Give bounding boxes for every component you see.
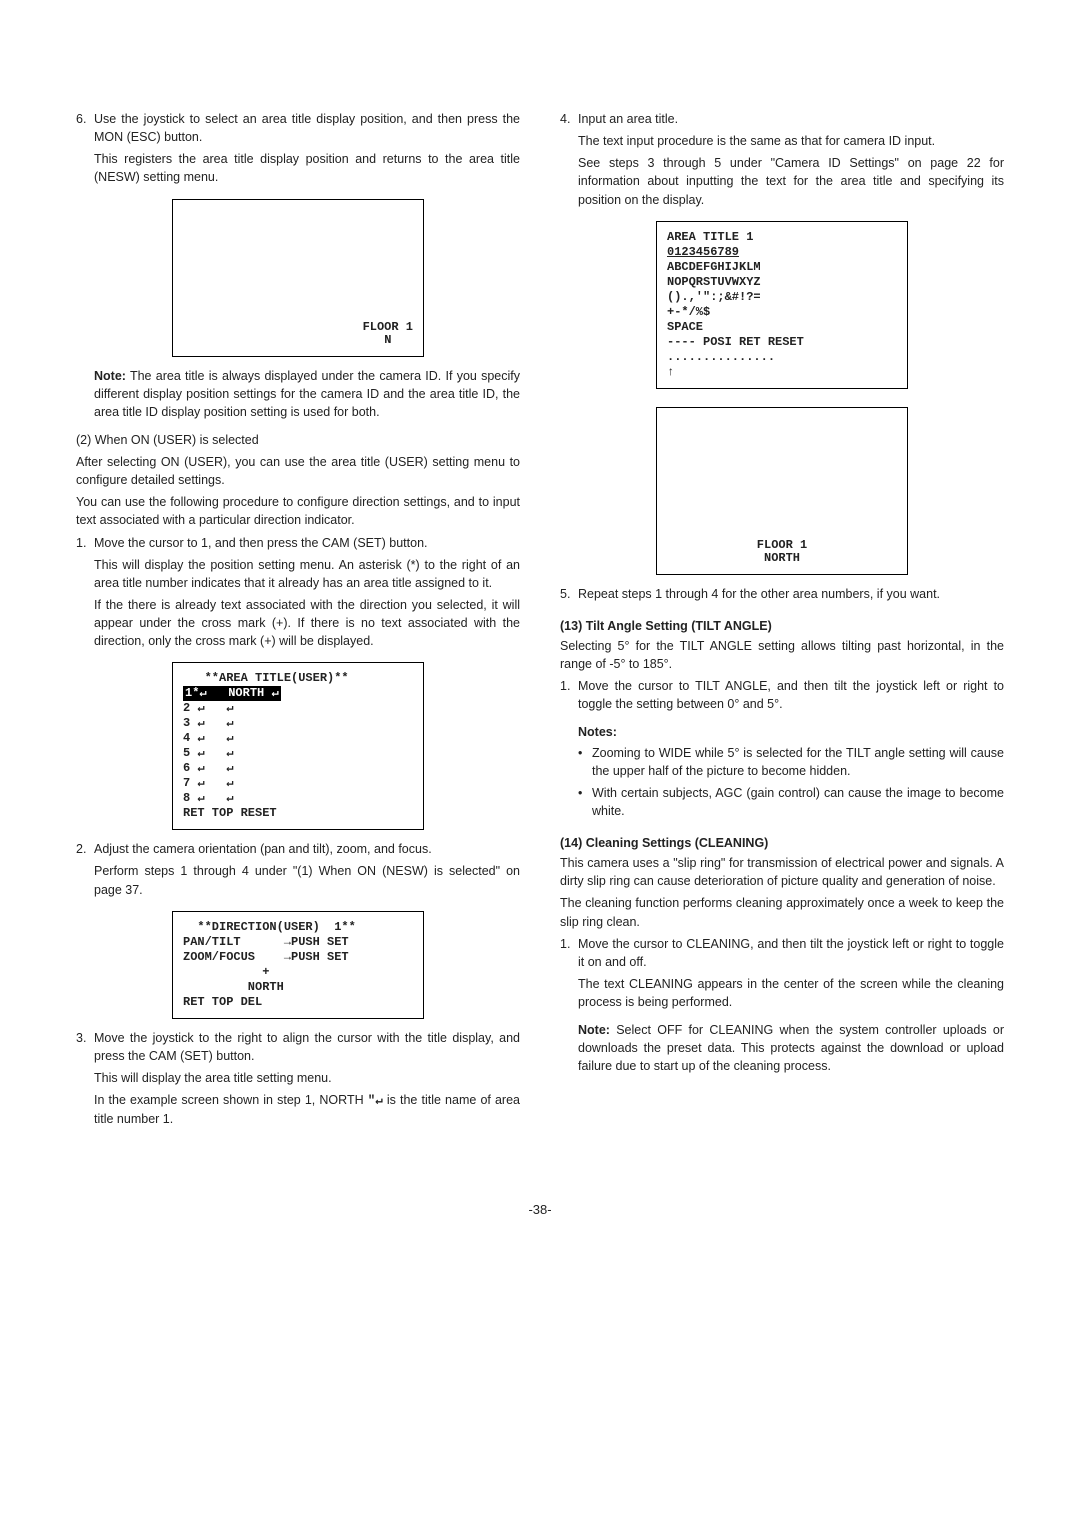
screen-line: 0123456789 (667, 245, 739, 259)
num: 4. (560, 110, 578, 213)
text: This will display the area title setting… (94, 1069, 520, 1087)
text: The cleaning function performs cleaning … (560, 894, 1004, 930)
text: This camera uses a "slip ring" for trans… (560, 854, 1004, 890)
left-step3: 3. Move the joystick to the right to ali… (76, 1029, 520, 1133)
note-label: Note: (578, 1023, 610, 1037)
bullet-text: Zooming to WIDE while 5° is selected for… (592, 744, 1004, 780)
screen-line: ABCDEFGHIJKLM (667, 260, 897, 275)
right-step4: 4. Input an area title. The text input p… (560, 110, 1004, 213)
text: Input an area title. (578, 110, 1004, 128)
page: 6. Use the joystick to select an area ti… (0, 0, 1080, 1172)
screen-line: 2 ↵ ↵ (183, 701, 413, 716)
page-number: -38- (0, 1202, 1080, 1217)
screen-direction-user: **DIRECTION(USER) 1** PAN/TILT →PUSH SET… (172, 911, 424, 1019)
num: 3. (76, 1029, 94, 1133)
text: This registers the area title display po… (94, 150, 520, 186)
bullet-dot-icon: • (578, 744, 592, 784)
note-text: Select OFF for CLEANING when the system … (578, 1023, 1004, 1073)
section-14-heading: (14) Cleaning Settings (CLEANING) (560, 834, 1004, 852)
screen-line: SPACE (667, 320, 897, 335)
text: In the example screen shown in step 1, N… (94, 1091, 520, 1128)
right-step5: 5. Repeat steps 1 through 4 for the othe… (560, 585, 1004, 607)
screen-line: 8 ↵ ↵ (183, 791, 413, 806)
left-step1: 1. Move the cursor to 1, and then press … (76, 534, 520, 655)
left-step2: 2. Adjust the camera orientation (pan an… (76, 840, 520, 902)
screen-area-title-user: **AREA TITLE(USER)** 1*↵ NORTH ↵ 2 ↵ ↵ 3… (172, 662, 424, 830)
screen-line: ZOOM/FOCUS →PUSH SET (183, 950, 413, 965)
text: After selecting ON (USER), you can use t… (76, 453, 520, 489)
notes-label: Notes: (578, 723, 1004, 741)
screen-line: NOPQRSTUVWXYZ (667, 275, 897, 290)
screen-line: ---- POSI RET RESET (667, 335, 897, 350)
text-frag: In the example screen shown in step 1, N… (94, 1093, 368, 1107)
screen-line: RET TOP DEL (183, 995, 413, 1010)
note: Note: Select OFF for CLEANING when the s… (578, 1021, 1004, 1075)
screen-line: 6 ↵ ↵ (183, 761, 413, 776)
text: Move the cursor to CLEANING, and then ti… (578, 935, 1004, 971)
text: Selecting 5° for the TILT ANGLE setting … (560, 637, 1004, 673)
screen-line: **DIRECTION(USER) 1** (183, 920, 413, 935)
text: The text CLEANING appears in the center … (578, 975, 1004, 1011)
num: 1. (560, 935, 578, 1016)
section-13-heading: (13) Tilt Angle Setting (TILT ANGLE) (560, 617, 1004, 635)
text: See steps 3 through 5 under "Camera ID S… (578, 154, 1004, 208)
screen-line: +-*/%$ (667, 305, 897, 320)
screen-line: PAN/TILT →PUSH SET (183, 935, 413, 950)
num: 1. (76, 534, 94, 655)
return-arrow-icon: "↵ (368, 1094, 383, 1108)
bullet-text: With certain subjects, AGC (gain control… (592, 784, 1004, 820)
left-column: 6. Use the joystick to select an area ti… (76, 110, 520, 1132)
right-step14-1: 1. Move the cursor to CLEANING, and then… (560, 935, 1004, 1016)
screen-floor-1: FLOOR 1 N (172, 199, 424, 357)
text: The text input procedure is the same as … (578, 132, 1004, 150)
screen-text: N (363, 334, 413, 347)
text: If the there is already text associated … (94, 596, 520, 650)
screen-line: ............... (667, 350, 897, 365)
num: 5. (560, 585, 578, 607)
screen-line: 5 ↵ ↵ (183, 746, 413, 761)
text: Move the joystick to the right to align … (94, 1029, 520, 1065)
note: Note: The area title is always displayed… (94, 367, 520, 421)
text: Move the cursor to 1, and then press the… (94, 534, 520, 552)
right-column: 4. Input an area title. The text input p… (560, 110, 1004, 1132)
bullet-item: • With certain subjects, AGC (gain contr… (578, 784, 1004, 824)
screen-line: AREA TITLE 1 (667, 230, 897, 245)
screen-line: ↑ (667, 365, 897, 380)
bullet-item: • Zooming to WIDE while 5° is selected f… (578, 744, 1004, 784)
screen-floor-1-north: FLOOR 1 NORTH (656, 407, 908, 575)
screen-line: + (183, 965, 413, 980)
subhead: (2) When ON (USER) is selected (76, 431, 520, 449)
screen-line: 4 ↵ ↵ (183, 731, 413, 746)
text: Use the joystick to select an area title… (94, 110, 520, 146)
text: Perform steps 1 through 4 under "(1) Whe… (94, 862, 520, 898)
note-label: Note: (94, 369, 126, 383)
screen-text: NORTH (757, 552, 807, 565)
text: Adjust the camera orientation (pan and t… (94, 840, 520, 858)
num: 1. (560, 677, 578, 717)
text: This will display the position setting m… (94, 556, 520, 592)
screen-line: 7 ↵ ↵ (183, 776, 413, 791)
text: Repeat steps 1 through 4 for the other a… (578, 585, 1004, 603)
screen-area-title-1: AREA TITLE 1 0123456789 ABCDEFGHIJKLM NO… (656, 221, 908, 389)
right-step13-1: 1. Move the cursor to TILT ANGLE, and th… (560, 677, 1004, 717)
screen-line: RET TOP RESET (183, 806, 413, 821)
bullet-dot-icon: • (578, 784, 592, 824)
num: 6. (76, 110, 94, 191)
left-step6: 6. Use the joystick to select an area ti… (76, 110, 520, 191)
screen-line: 3 ↵ ↵ (183, 716, 413, 731)
screen-line: **AREA TITLE(USER)** (183, 671, 413, 686)
screen-line: ().,'":;&#!?= (667, 290, 897, 305)
screen-hl: 1*↵ NORTH ↵ (183, 686, 281, 701)
screen-line: NORTH (183, 980, 413, 995)
note-text: The area title is always displayed under… (94, 369, 520, 419)
num: 2. (76, 840, 94, 902)
text: Move the cursor to TILT ANGLE, and then … (578, 677, 1004, 713)
text: You can use the following procedure to c… (76, 493, 520, 529)
